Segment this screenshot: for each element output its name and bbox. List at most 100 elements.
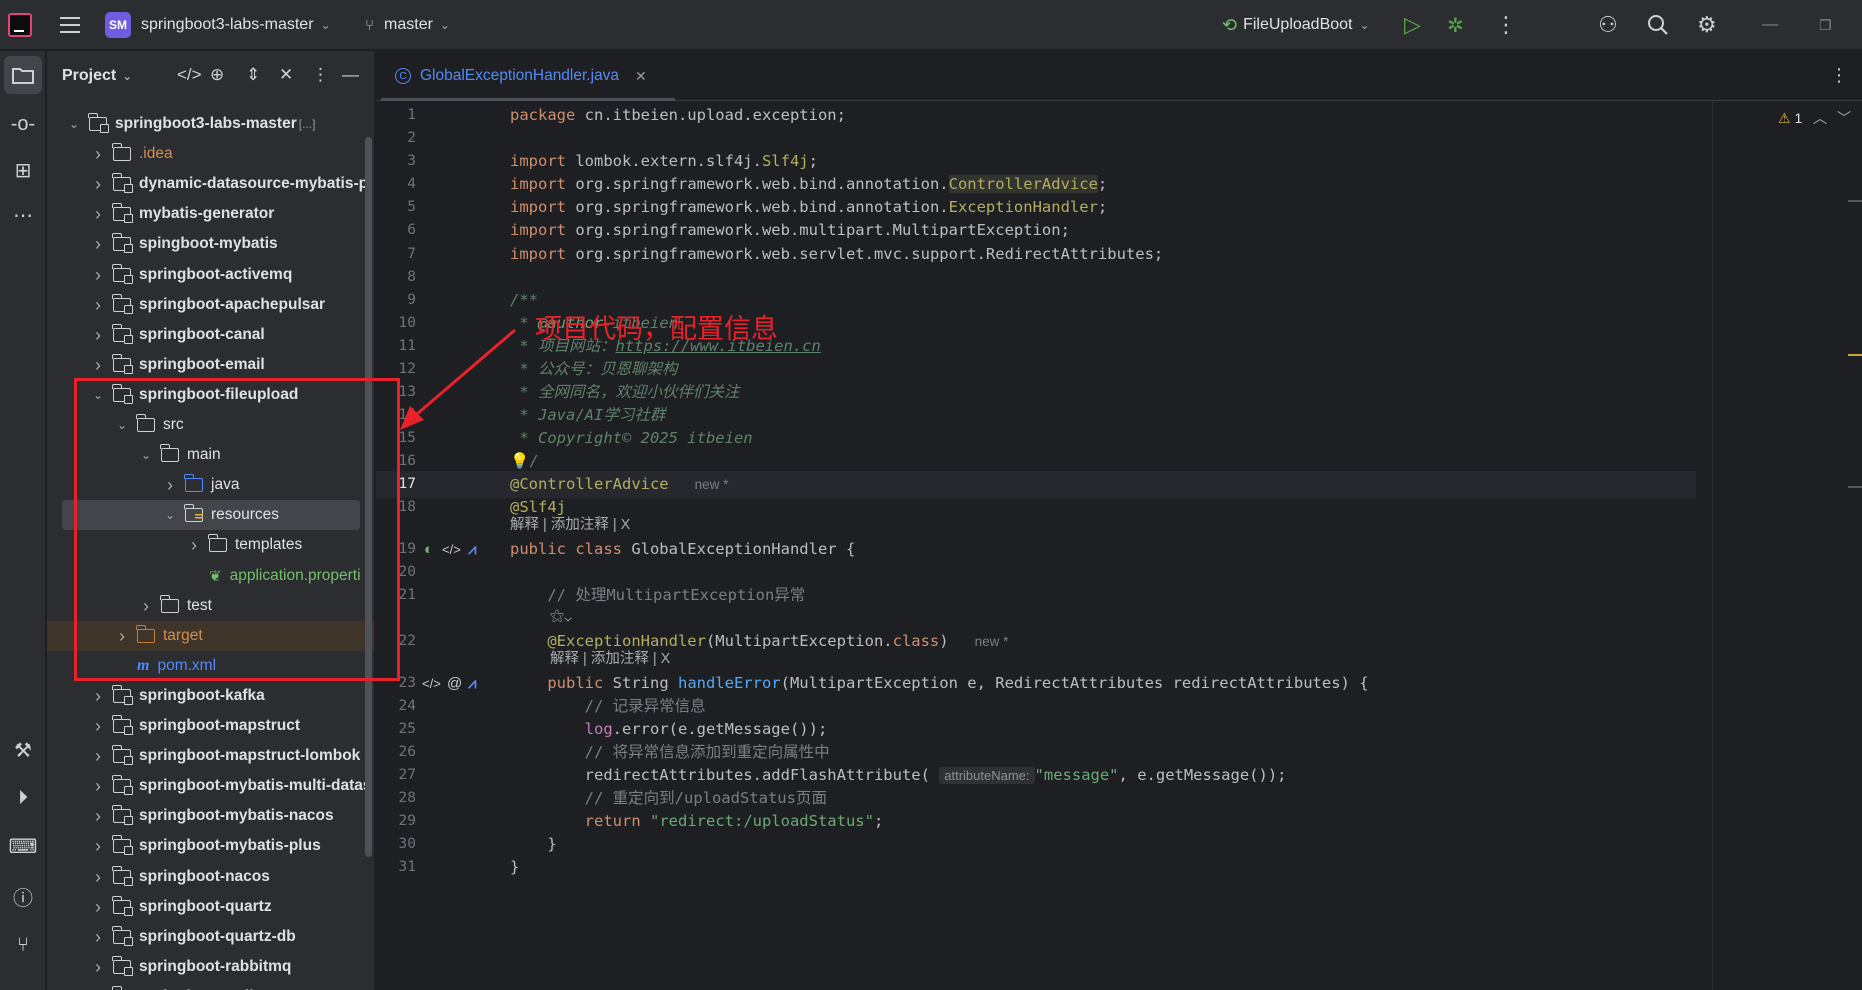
tab-underline [381,98,675,101]
tree-item[interactable]: › springboot-mybatis-nacos [47,801,374,831]
tree-item[interactable]: › springboot-mybatis-plus [47,831,374,861]
close-tab-icon[interactable]: ✕ [635,68,647,85]
chevron-right-icon[interactable]: › [91,746,105,767]
branch-icon: ⑂ [365,16,375,34]
tree-item-label: springboot-rabbitmq [139,958,292,975]
expand-all-icon[interactable]: ⇕ [246,65,260,85]
chevron-right-icon[interactable]: › [91,325,105,346]
branch-name: master [384,16,433,33]
editor-tab-active[interactable]: C GlobalExceptionHandler.java ✕ [381,51,661,101]
spring-boot-icon: ⟲ [1222,14,1238,35]
app-logo-icon[interactable] [8,0,34,50]
terminal-icon[interactable]: ⌨ [4,827,42,865]
chevron-right-icon[interactable]: › [91,355,105,376]
chevron-right-icon[interactable]: › [91,776,105,797]
minimize-window-icon[interactable]: — [1762,0,1778,50]
chevron-right-icon[interactable]: › [91,234,105,255]
chevron-right-icon[interactable]: › [91,144,105,165]
commit-icon[interactable]: -o- [4,105,42,143]
module-folder-icon [112,775,133,795]
tree-item[interactable]: › springboot-canal [47,320,374,350]
more-tools-icon[interactable]: ⋯ [4,196,42,234]
tree-item[interactable]: › dynamic-datasource-mybatis-p [47,169,374,199]
locate-target-icon[interactable]: ⊕ [210,65,224,85]
tree-item[interactable]: › springboot-kafka [47,681,374,711]
tree-item[interactable]: › springboot-email [47,350,374,380]
inspection-widget[interactable]: ⚠ 1 [1778,110,1802,127]
tree-item[interactable]: ⌄ springboot3-labs-master [...] [47,109,374,139]
inspection-navigation[interactable]: ︿﹀ [1813,108,1861,128]
debug-icon[interactable]: ✲ [1447,0,1464,50]
project-view-selector[interactable]: Project ⌄ [62,67,132,85]
tree-item[interactable]: › springboot-activemq [47,260,374,290]
tree-item-label: springboot-mapstruct [139,717,301,734]
search-icon[interactable] [1647,0,1669,50]
tree-item-label: springboot-kafka [139,687,265,704]
tree-item[interactable]: › .idea [47,139,374,169]
tree-item[interactable]: › spingboot-mybatis [47,229,374,259]
settings-gear-icon[interactable]: ⚙ [1697,0,1717,50]
new-marker: new * [974,634,1009,649]
chevron-right-icon[interactable]: › [91,987,105,990]
chevron-right-icon[interactable]: › [91,927,105,948]
more-actions-icon[interactable]: ⋮ [1495,0,1517,50]
warning-icon: ⚠ [1778,110,1791,126]
chevron-right-icon[interactable]: › [91,897,105,918]
problems-icon[interactable]: ⓘ [4,877,42,915]
editor-right-margin [1712,101,1713,990]
module-folder-icon [112,685,133,705]
code-line: 31} [398,858,520,876]
code-line: 21 // 处理MultipartException异常 [398,586,806,604]
tree-item[interactable]: › springboot-nacos [47,862,374,892]
tree-item[interactable]: › springboot-rabbitmq [47,952,374,982]
main-menu-icon[interactable] [58,0,82,50]
tree-item[interactable]: › springboot-quartz [47,892,374,922]
run-icon[interactable]: ▷ [1404,0,1421,50]
tree-item-label: springboot-email [139,356,265,373]
chevron-right-icon[interactable]: › [91,806,105,827]
code-editor[interactable]: 1 package cn.itbeien.upload.exception; 2 … [376,102,1862,990]
tree-item-label: springboot-mybatis-multi-datas [139,777,372,794]
collapse-all-icon[interactable]: ✕ [279,65,293,85]
ai-inlay-actions[interactable]: 解释 | 添加注释 | X [550,648,670,670]
chevron-right-icon[interactable]: › [91,836,105,857]
chevron-down-icon[interactable]: ⌄ [67,117,81,131]
tree-item[interactable]: › mybatis-generator [47,199,374,229]
module-folder-icon [88,113,109,133]
tree-item[interactable]: › springboot-mapstruct-lombok [47,741,374,771]
project-switcher[interactable]: SM springboot3-labs-master ⌄ [105,0,331,50]
structure-icon[interactable]: ⊞ [4,151,42,189]
tree-item[interactable]: › springboot-mybatis-multi-datas [47,771,374,801]
maximize-window-icon[interactable]: ❐ [1819,0,1832,50]
tree-item-label: springboot3-labs-master [115,115,297,132]
parameter-hint: attributeName: [939,767,1035,784]
chevron-right-icon[interactable]: › [91,686,105,707]
tree-item[interactable]: › springboot-quartz-db [47,922,374,952]
chevron-right-icon[interactable]: › [91,957,105,978]
vcs-branch-switcher[interactable]: ⑂ master ⌄ [365,0,450,50]
git-icon[interactable]: ⑂ [4,926,42,964]
tree-item[interactable]: › springboot-mapstruct [47,711,374,741]
tree-item[interactable]: ›springboot-redis [47,982,374,990]
tree-item-extra: [...] [298,117,316,131]
hide-panel-icon[interactable]: — [342,65,359,85]
project-tool-icon[interactable] [4,56,42,94]
select-opened-file-icon[interactable]: </> [177,65,202,85]
run-configuration-selector[interactable]: ⟲ FileUploadBoot ⌄ [1222,0,1370,50]
build-hammer-icon[interactable]: ⚒ [4,731,42,769]
project-badge: SM [105,12,131,38]
chevron-right-icon[interactable]: › [91,265,105,286]
ai-generate-icon[interactable]: ⚝⌄ [550,605,572,627]
scrollbar-marker [1848,354,1862,356]
chevron-right-icon[interactable]: › [91,174,105,195]
services-icon[interactable]: ⏵ [4,779,42,817]
tree-item[interactable]: › springboot-apachepulsar [47,290,374,320]
chevron-right-icon[interactable]: › [91,867,105,888]
chevron-right-icon[interactable]: › [91,295,105,316]
options-menu-icon[interactable]: ⋮ [312,65,329,85]
code-with-me-icon[interactable]: ⚇ [1598,0,1618,50]
tab-options-icon[interactable]: ⋮ [1830,65,1848,86]
chevron-right-icon[interactable]: › [91,716,105,737]
ai-inlay-actions[interactable]: 解释 | 添加注释 | X [510,514,630,536]
chevron-right-icon[interactable]: › [91,204,105,225]
